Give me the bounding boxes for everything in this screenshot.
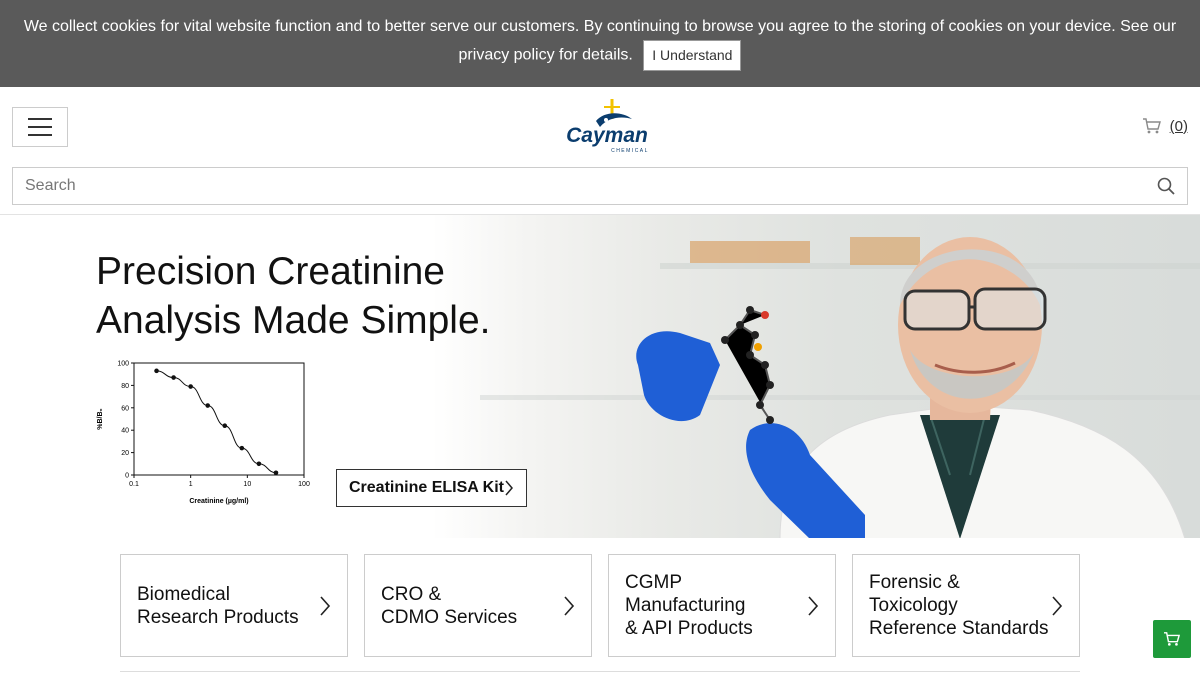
data-point: [256, 461, 262, 467]
chart-xlabel: Creatinine (µg/ml): [189, 498, 248, 505]
cart-icon: [1142, 118, 1161, 134]
cart-count[interactable]: (0): [1170, 118, 1188, 135]
data-point: [171, 375, 176, 380]
cookie-accept-button[interactable]: I Understand: [643, 40, 742, 71]
y-tick-label: 20: [121, 450, 129, 457]
card-forensic-toxicology[interactable]: Forensic & Toxicology Reference Standard…: [852, 554, 1080, 657]
chevron-right-icon: [1052, 596, 1063, 616]
y-tick-label: 40: [121, 428, 129, 435]
floating-cart-button[interactable]: [1153, 620, 1191, 658]
card-cgmp-manufacturing[interactable]: CGMP Manufacturing & API Products: [608, 554, 836, 657]
data-point: [239, 445, 245, 451]
cayman-logo[interactable]: Cayman CHEMICAL: [560, 97, 654, 159]
creatinine-elisa-kit-button[interactable]: Creatinine ELISA Kit: [336, 469, 527, 507]
cart-link[interactable]: (0): [1142, 117, 1188, 135]
hamburger-icon-bar: [28, 126, 52, 128]
x-tick-label: 10: [243, 481, 251, 488]
chevron-right-icon: [320, 596, 331, 616]
hero-banner: Precision Creatinine Analysis Made Simpl…: [0, 214, 1200, 538]
chevron-right-icon: [808, 596, 819, 616]
logo-subtext: CHEMICAL: [611, 148, 649, 154]
menu-button[interactable]: [12, 107, 68, 147]
card-biomedical-research-products[interactable]: Biomedical Research Products: [120, 554, 348, 657]
cta-label: Creatinine ELISA Kit: [349, 479, 504, 496]
chevron-right-icon: [564, 596, 575, 616]
standard-curve-chart: 100 80 60 40 20 0 0.1 1 10 100 %B/B₀ Creatinine …: [97, 361, 310, 506]
y-tick-label: 60: [121, 405, 129, 412]
cookie-text-line1: We collect cookies for vital website fun…: [23, 18, 1177, 35]
card-label: CRO & CDMO Services: [381, 583, 518, 628]
data-point: [154, 368, 159, 374]
x-tick-label: 0.1: [129, 481, 139, 488]
x-tick-label: 100: [298, 481, 310, 488]
data-point: [222, 423, 228, 429]
x-tick-label: 1: [189, 481, 193, 488]
y-tick-label: 100: [117, 361, 129, 368]
chart-ylabel: %B/B₀: [97, 408, 104, 429]
chevron-right-icon: [505, 480, 513, 496]
search-bar: [12, 167, 1188, 205]
card-label: Biomedical Research Products: [137, 583, 299, 628]
cookie-text-line2: privacy policy for details.: [458, 46, 633, 64]
logo-text: Cayman: [566, 124, 648, 147]
card-label: CGMP Manufacturing & API Products: [625, 572, 753, 639]
card-cro-cdmo-services[interactable]: CRO & CDMO Services: [364, 554, 592, 657]
site-header: Cayman CHEMICAL (0): [0, 87, 1200, 213]
search-input[interactable]: [13, 168, 1133, 204]
y-tick-label: 0: [125, 473, 129, 480]
data-point: [188, 384, 193, 389]
card-label: Forensic & Toxicology Reference Standard…: [869, 572, 1049, 639]
cart-icon: [1164, 632, 1181, 646]
hamburger-icon: [28, 118, 52, 120]
section-divider: [120, 671, 1080, 672]
chart-frame: [133, 362, 305, 476]
y-tick-label: 80: [121, 383, 129, 390]
hero-headline: Precision Creatinine Analysis Made Simpl…: [96, 250, 491, 342]
category-cards: Biomedical Research Products CRO & CDMO …: [120, 554, 1080, 657]
data-point: [273, 470, 279, 476]
hamburger-icon-bar: [28, 134, 52, 136]
data-point: [205, 403, 211, 408]
cookie-banner: We collect cookies for vital website fun…: [0, 0, 1200, 87]
scientist-image: [636, 237, 1186, 538]
search-icon[interactable]: [1157, 177, 1175, 195]
